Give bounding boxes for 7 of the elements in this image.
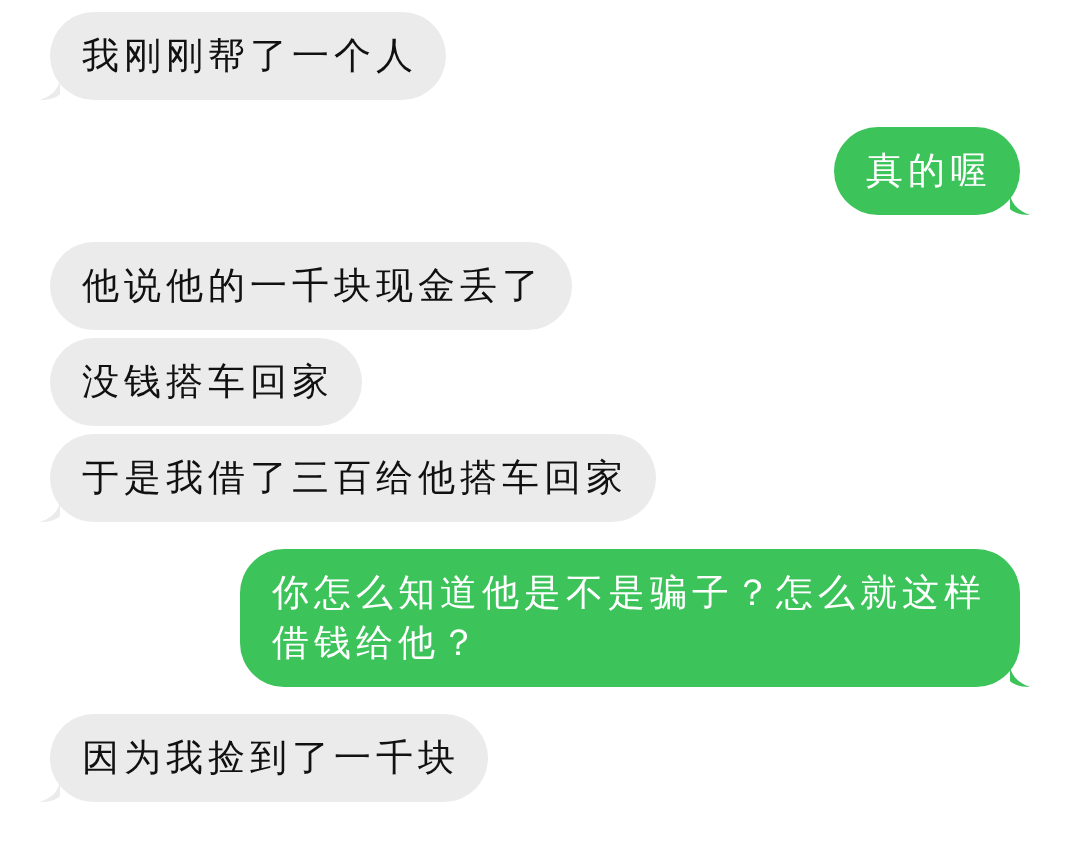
message-bubble: 他说他的一千块现金丢了	[50, 242, 572, 330]
message-bubble: 于是我借了三百给他搭车回家	[50, 434, 656, 522]
message-bubble: 没钱搭车回家	[50, 338, 362, 426]
message-bubble: 我刚刚帮了一个人	[50, 12, 446, 100]
message-bubble: 因为我捡到了一千块	[50, 714, 488, 802]
message-bubble: 真的喔	[834, 127, 1020, 215]
message-bubble: 你怎么知道他是不是骗子？怎么就这样借钱给他？	[240, 549, 1020, 687]
